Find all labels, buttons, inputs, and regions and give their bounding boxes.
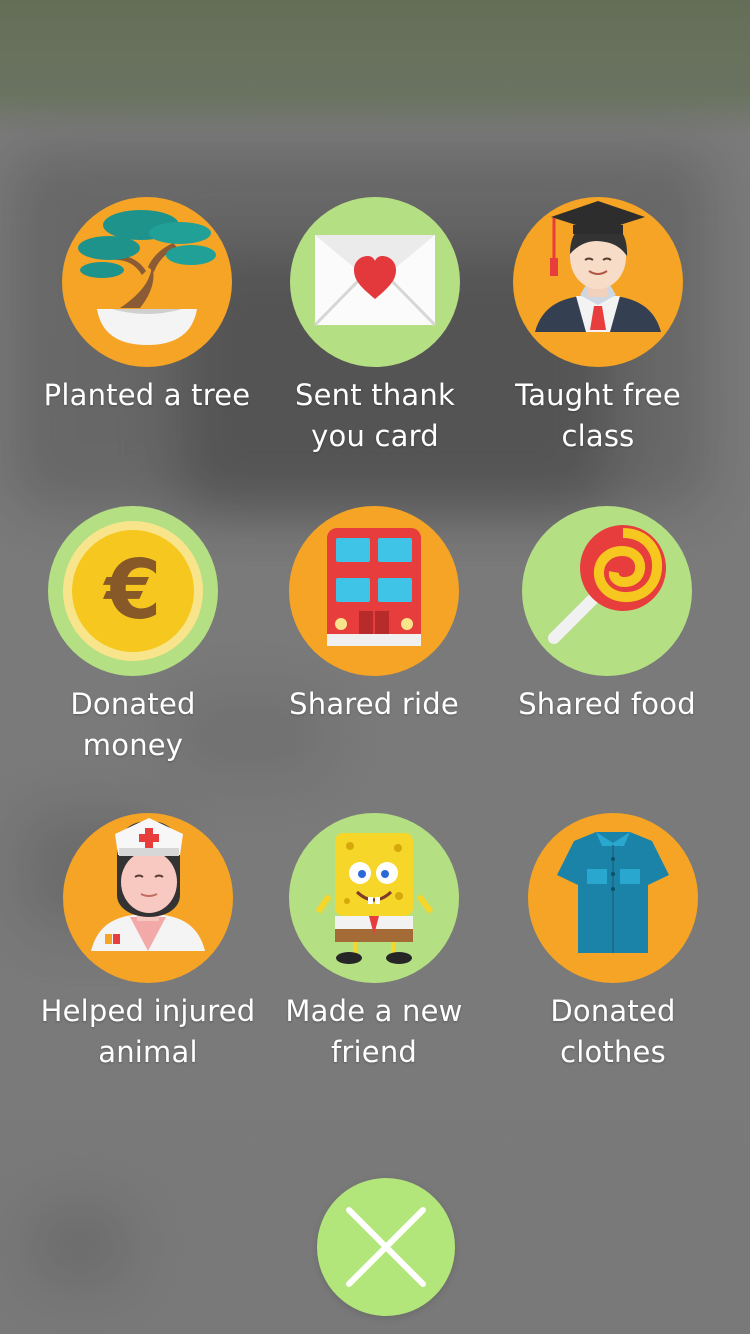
shirt-icon (557, 832, 669, 953)
bus-icon (327, 528, 421, 646)
activity-label: Shared food (518, 687, 696, 721)
activity-icon-background (289, 813, 459, 983)
activity-made-new-friend[interactable]: Made a new friend (264, 813, 484, 1073)
activity-icon-background (528, 813, 698, 983)
activity-label: Made a new friend (285, 994, 463, 1069)
activity-donated-money[interactable]: € Donated money (23, 506, 243, 766)
activity-shared-food[interactable]: Shared food (497, 506, 717, 725)
activity-icon-background: € (48, 506, 218, 676)
activity-icon-background (290, 197, 460, 367)
close-icon (346, 1207, 426, 1287)
activity-label: Donated clothes (550, 994, 676, 1069)
activity-donated-clothes[interactable]: Donated clothes (503, 813, 723, 1073)
activity-label: Shared ride (289, 687, 459, 721)
bonsai-tree-icon (78, 210, 216, 345)
activity-sent-thank-you-card[interactable]: Sent thank you card (265, 197, 485, 457)
activity-icon-background (289, 506, 459, 676)
activity-icon-background (63, 813, 233, 983)
thank-you-card-icon (313, 235, 437, 327)
svg-text:€: € (102, 543, 161, 638)
activity-grid: Planted a tree Sent thank you card Taugh… (0, 0, 750, 1334)
graduate-icon (535, 201, 661, 332)
nurse-icon (91, 818, 205, 951)
activity-planted-tree[interactable]: Planted a tree (37, 197, 257, 416)
sponge-character-icon (315, 833, 434, 964)
activity-icon-background (62, 197, 232, 367)
activity-label: Donated money (70, 687, 196, 762)
activity-helped-injured-animal[interactable]: Helped injured animal (38, 813, 258, 1073)
activity-taught-free-class[interactable]: Taught free class (488, 197, 708, 457)
activity-icon-background (522, 506, 692, 676)
close-button[interactable] (317, 1178, 455, 1316)
activity-icon-background (513, 197, 683, 367)
activity-shared-ride[interactable]: Shared ride (264, 506, 484, 725)
activity-label: Taught free class (515, 378, 681, 453)
activity-label: Planted a tree (43, 378, 251, 412)
activity-label: Sent thank you card (295, 378, 455, 453)
euro-coin-icon: € (63, 521, 203, 661)
lollipop-icon (548, 525, 666, 644)
activity-label: Helped injured animal (40, 994, 256, 1069)
